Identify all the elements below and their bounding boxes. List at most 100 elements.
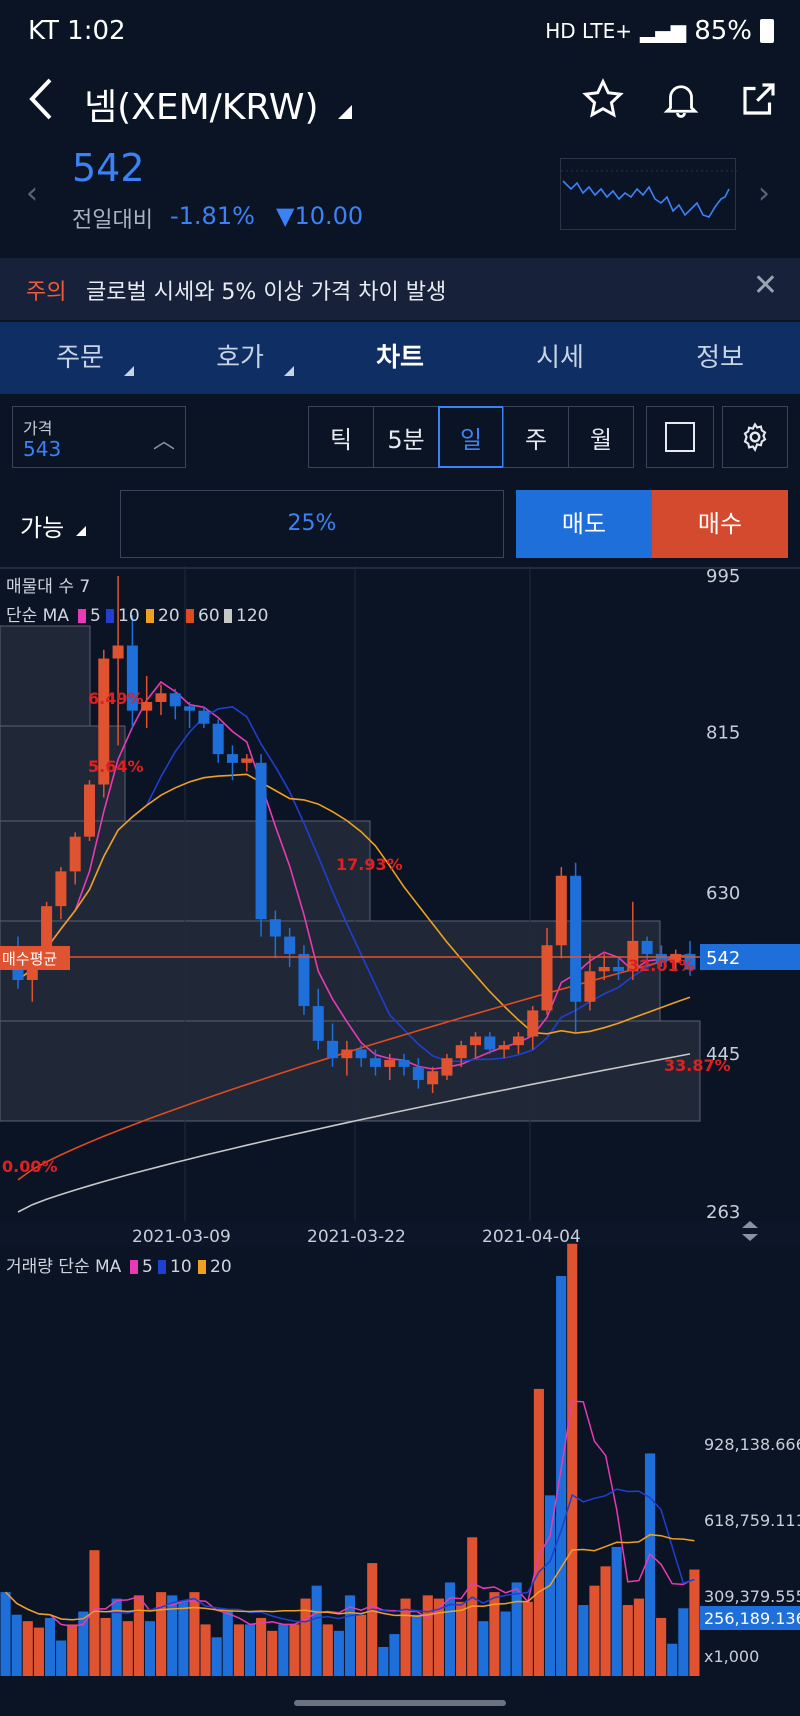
ma-legend-label: 단순 MA <box>6 606 69 626</box>
available-label: 가능 <box>20 514 65 542</box>
back-icon[interactable] <box>22 74 58 135</box>
annotation-label: 17.93% <box>336 855 403 874</box>
volume-bar <box>211 1637 222 1676</box>
volume-bar <box>122 1621 133 1676</box>
volume-bar <box>511 1582 522 1676</box>
volume-bar <box>333 1630 344 1676</box>
chevron-up-icon: ︿ <box>152 429 175 454</box>
coin-title-text: 넴(XEM/KRW) <box>84 87 319 128</box>
interval-5min[interactable]: 5분 <box>373 406 439 468</box>
interval-day[interactable]: 일 <box>438 406 504 468</box>
ma-legend-period: 10 <box>170 1257 192 1277</box>
candle <box>255 754 267 937</box>
candle <box>298 945 310 1015</box>
tab-order[interactable]: 주문 <box>0 322 160 394</box>
volume-bar <box>311 1585 322 1676</box>
volume-bar <box>22 1621 33 1676</box>
close-icon[interactable]: ✕ <box>753 268 778 303</box>
volume-bar <box>567 1243 578 1676</box>
x-tick-label: 2021-03-09 <box>132 1227 231 1247</box>
y-tick-label: 815 <box>706 722 740 743</box>
interval-tick[interactable]: 틱 <box>308 406 374 468</box>
home-indicator[interactable] <box>294 1700 506 1706</box>
y-tick-label: 445 <box>706 1044 740 1065</box>
dropdown-triangle-icon <box>124 366 134 376</box>
volume-bar <box>200 1624 211 1676</box>
interval-week[interactable]: 주 <box>503 406 569 468</box>
volume-bar <box>367 1563 378 1676</box>
volume-bar <box>289 1624 300 1676</box>
notification-bell-icon[interactable] <box>656 74 706 124</box>
settings-button[interactable] <box>722 406 788 468</box>
volume-bar <box>67 1624 78 1676</box>
change-percent: -1.81% <box>170 202 255 230</box>
volume-bar <box>11 1614 22 1676</box>
signal-icon: ▂▄▆ <box>640 19 687 43</box>
volume-title: 거래량 단순 MA <box>6 1257 122 1277</box>
volume-bar <box>278 1624 289 1676</box>
price-selector[interactable]: 가격 543 ︿ <box>12 406 186 468</box>
ma-legend-period: 20 <box>158 606 180 626</box>
volume-bar <box>622 1605 633 1676</box>
ma-legend-swatch <box>146 609 154 623</box>
chart-canvas[interactable]: 매수평균 542 6.49% 5.64% 17.93% 32.01% 33.87… <box>0 566 800 1676</box>
prev-coin-chevron-icon[interactable]: ‹ <box>26 176 38 211</box>
candle <box>83 780 95 841</box>
volume-tick-label: 928,138.666 <box>704 1435 800 1454</box>
volume-bar <box>189 1592 200 1676</box>
ma-legend-period: 60 <box>198 606 220 626</box>
volume-bar <box>644 1453 656 1676</box>
volume-bar <box>133 1595 144 1676</box>
notice-message: 글로벌 시세와 5% 이상 가격 차이 발생 <box>86 280 447 305</box>
volume-bar <box>422 1595 433 1676</box>
gear-icon <box>743 422 767 452</box>
volume-bar <box>378 1646 389 1676</box>
annotation-label: 5.64% <box>88 757 144 776</box>
price-summary: ‹ 542 전일대비 -1.81% ▼10.00 › <box>0 140 800 240</box>
quantity-percent-selector[interactable]: 25% <box>120 490 504 558</box>
next-coin-chevron-icon[interactable]: › <box>758 176 770 211</box>
ma-legend-swatch <box>224 609 232 623</box>
ma-legend-period: 5 <box>142 1257 153 1277</box>
tab-chart[interactable]: 차트 <box>320 322 480 394</box>
current-price: 542 <box>72 146 145 190</box>
buy-average-tag: 매수평균 <box>2 950 57 968</box>
available-dropdown[interactable]: 가능 <box>20 508 86 543</box>
price-selector-label: 가격 <box>23 419 53 438</box>
mini-sparkline[interactable] <box>560 158 737 230</box>
tab-orderbook[interactable]: 호가 <box>160 322 320 394</box>
buy-button[interactable]: 매수 <box>652 490 788 558</box>
volume-bar <box>0 1592 11 1676</box>
volume-bar <box>44 1617 56 1676</box>
volume-bar <box>456 1601 467 1676</box>
volume-bar <box>100 1617 111 1676</box>
share-icon[interactable] <box>734 74 784 124</box>
main-tabs: 주문 호가 차트 시세 정보 <box>0 322 800 394</box>
ma-legend-swatch <box>198 1260 206 1274</box>
favorite-star-icon[interactable] <box>578 74 628 124</box>
annotation-label: 32.01% <box>628 956 695 975</box>
tab-quotes[interactable]: 시세 <box>480 322 640 394</box>
volume-bar <box>667 1643 678 1676</box>
tab-info[interactable]: 정보 <box>640 322 800 394</box>
volume-bar <box>267 1630 278 1676</box>
current-price-tag: 542 <box>706 948 740 969</box>
square-icon <box>665 422 695 452</box>
volume-bar <box>256 1617 267 1676</box>
volume-bar <box>356 1614 367 1676</box>
ma-legend-period: 120 <box>236 606 268 626</box>
annotation-label: 0.00% <box>2 1157 58 1176</box>
change-absolute: ▼10.00 <box>276 202 364 230</box>
dropdown-triangle-icon <box>284 366 294 376</box>
coin-title[interactable]: 넴(XEM/KRW) <box>84 78 353 130</box>
price-chart-area[interactable]: 매수평균 542 6.49% 5.64% 17.93% 32.01% 33.87… <box>0 566 800 1676</box>
volume-bar <box>33 1627 44 1676</box>
ma-legend-swatch <box>130 1260 138 1274</box>
interval-month[interactable]: 월 <box>568 406 634 468</box>
volume-bar <box>167 1595 178 1676</box>
sell-button[interactable]: 매도 <box>516 490 652 558</box>
ma-legend-period: 5 <box>90 606 101 626</box>
volume-bar <box>156 1592 167 1676</box>
fullscreen-button[interactable] <box>646 406 714 468</box>
volume-bar <box>533 1388 544 1676</box>
